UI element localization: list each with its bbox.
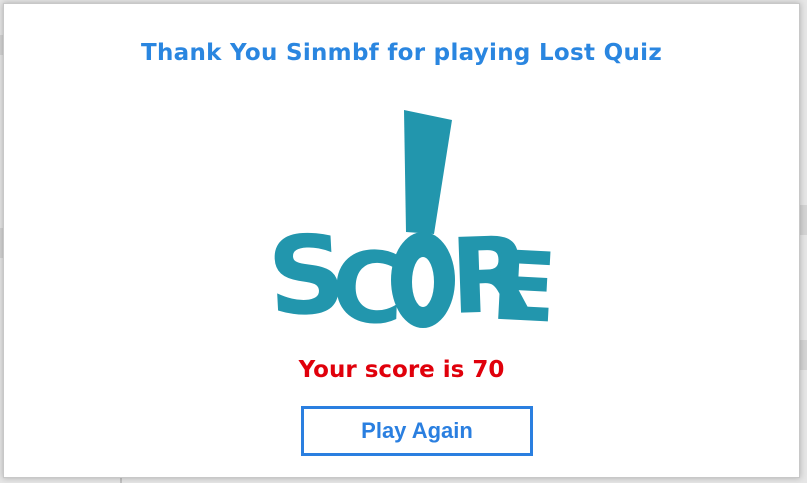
exclamation-bar-icon — [404, 110, 452, 234]
background-page-edge-right — [800, 205, 807, 235]
background-page-edge-right-lower — [800, 340, 807, 370]
game-over-dialog: Thank You Sinmbf for playing Lost Quiz S… — [3, 3, 800, 478]
score-exclamation-icon: S C R E — [266, 110, 556, 338]
background-divider — [120, 478, 122, 483]
score-message: Your score is 70 — [298, 357, 505, 383]
score-letter-e: E — [488, 230, 556, 338]
play-again-button[interactable]: Play Again — [301, 406, 533, 456]
thank-you-title: Thank You Sinmbf for playing Lost Quiz — [140, 40, 663, 66]
